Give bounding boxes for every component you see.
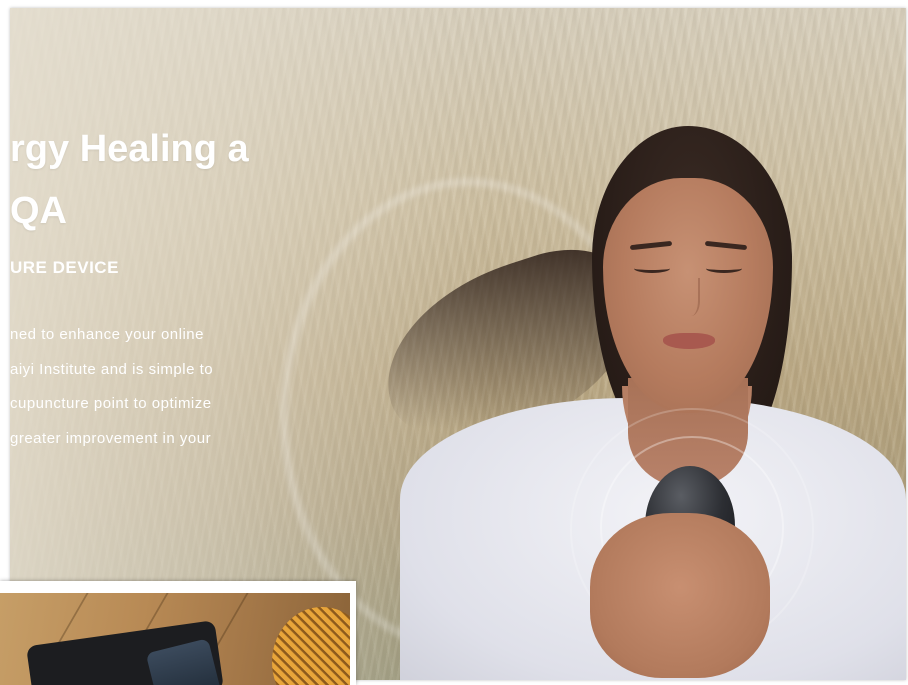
description-line: ned to enhance your online — [10, 326, 204, 343]
closed-eye — [706, 264, 742, 273]
hero-description: ned to enhance your online aiyi Institut… — [10, 318, 252, 456]
closed-eye — [634, 264, 670, 273]
meditating-woman-photo — [360, 118, 906, 680]
hero-title-line1: rgy Healing a — [10, 128, 249, 170]
description-line: cupuncture point to optimize — [10, 395, 212, 412]
hero-subtitle: URE DEVICE — [10, 258, 119, 277]
hero-title-line2: QA — [10, 190, 67, 232]
hero-title: rgy Healing a QA — [10, 118, 249, 242]
clasped-hands — [590, 513, 770, 678]
hero-banner: rgy Healing a QA URE DEVICE ned to enhan… — [10, 8, 906, 680]
nose — [678, 278, 700, 316]
wooden-floor-scene — [0, 593, 350, 685]
lips — [663, 333, 715, 349]
woven-lamp — [272, 607, 350, 685]
description-line: aiyi Institute and is simple to — [10, 360, 214, 378]
description-line: greater improvement in your — [10, 429, 212, 447]
inset-photo — [0, 581, 356, 685]
